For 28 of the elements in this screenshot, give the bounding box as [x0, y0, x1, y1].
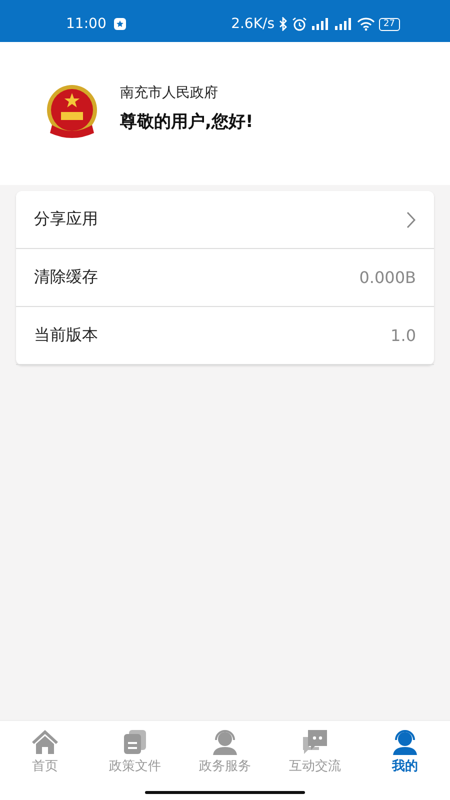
notification-icon — [114, 18, 126, 30]
wifi-icon — [356, 17, 375, 31]
greeting-text: 尊敬的用户,您好! — [120, 111, 254, 133]
organization-name: 南充市人民政府 — [120, 84, 219, 102]
battery-indicator: 27 — [378, 18, 400, 30]
document-icon — [122, 729, 148, 755]
support-agent-icon — [211, 729, 239, 755]
tab[interactable]: 首页 — [0, 729, 90, 775]
status-time: 11:00 — [66, 16, 106, 32]
chevron-right-icon — [406, 210, 416, 228]
signal-icon — [334, 17, 353, 31]
menu-item[interactable]: 清除缓存 0.000B — [16, 249, 434, 307]
network-speed: 2.6K/s — [231, 16, 275, 32]
menu-value: 0.000B — [359, 268, 416, 287]
menu-item[interactable]: 分享应用 — [16, 191, 434, 249]
tab[interactable]: 互动交流 — [270, 729, 360, 775]
bluetooth-icon — [278, 17, 288, 31]
signal-icon — [310, 17, 330, 31]
menu-item[interactable]: 当前版本 1.0 — [16, 307, 434, 365]
alarm-icon — [292, 16, 307, 32]
home-icon — [31, 729, 59, 755]
menu-value: 1.0 — [390, 326, 416, 345]
support-agent-icon — [391, 729, 419, 755]
tab[interactable]: 政务服务 — [180, 729, 270, 775]
chat-icon — [301, 729, 329, 755]
tab[interactable]: 政策文件 — [90, 729, 180, 775]
tab[interactable]: 我的 — [360, 729, 450, 775]
emblem-icon — [44, 82, 100, 140]
